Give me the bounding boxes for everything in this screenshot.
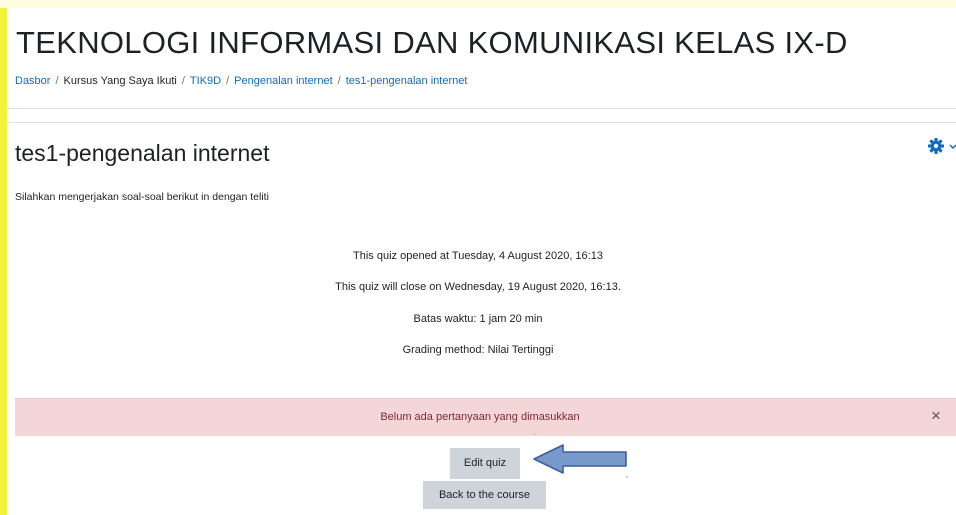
breadcrumb-my-courses: Kursus Yang Saya Ikuti [63, 75, 177, 87]
quiz-title: tes1-pengenalan internet [15, 140, 270, 166]
quiz-intro: Silahkan mengerjakan soal-soal berikut i… [15, 191, 269, 203]
left-arrow-annotation [531, 440, 631, 480]
breadcrumb-separator: / [181, 75, 185, 87]
speck [534, 433, 536, 435]
breadcrumb-quiz[interactable]: tes1-pengenalan internet [346, 75, 468, 87]
edit-quiz-button[interactable]: Edit quiz [450, 448, 520, 479]
breadcrumb-separator: / [55, 75, 59, 87]
quiz-close-date: This quiz will close on Wednesday, 19 Au… [335, 281, 621, 293]
quiz-time-limit: Batas waktu: 1 jam 20 min [413, 313, 543, 325]
breadcrumb: Dasbor / Kursus Yang Saya Ikuti / TIK9D / Peng… [15, 75, 467, 87]
quiz-open-date: This quiz opened at Tuesday, 4 August 20… [353, 250, 603, 262]
gear-icon[interactable] [928, 136, 956, 156]
close-icon[interactable]: × [927, 407, 945, 425]
content-divider [7, 122, 956, 123]
course-title: TEKNOLOGI INFORMASI DAN KOMUNIKASI KELAS… [16, 25, 848, 60]
breadcrumb-separator: / [226, 75, 230, 87]
breadcrumb-section[interactable]: Pengenalan internet [234, 75, 332, 87]
back-to-course-button[interactable]: Back to the course [423, 481, 546, 509]
top-highlight-bar [0, 0, 956, 8]
breadcrumb-course[interactable]: TIK9D [190, 75, 221, 87]
quiz-grading-method: Grading method: Nilai Tertinggi [402, 344, 554, 356]
page-header: TEKNOLOGI INFORMASI DAN KOMUNIKASI KELAS… [7, 8, 956, 109]
breadcrumb-separator: / [337, 75, 341, 87]
alert-text: Belum ada pertanyaan yang dimasukkan [380, 411, 580, 423]
breadcrumb-dasbor[interactable]: Dasbor [15, 75, 50, 87]
page: TEKNOLOGI INFORMASI DAN KOMUNIKASI KELAS… [0, 0, 956, 515]
alert-no-questions: Belum ada pertanyaan yang dimasukkan × [15, 398, 956, 436]
